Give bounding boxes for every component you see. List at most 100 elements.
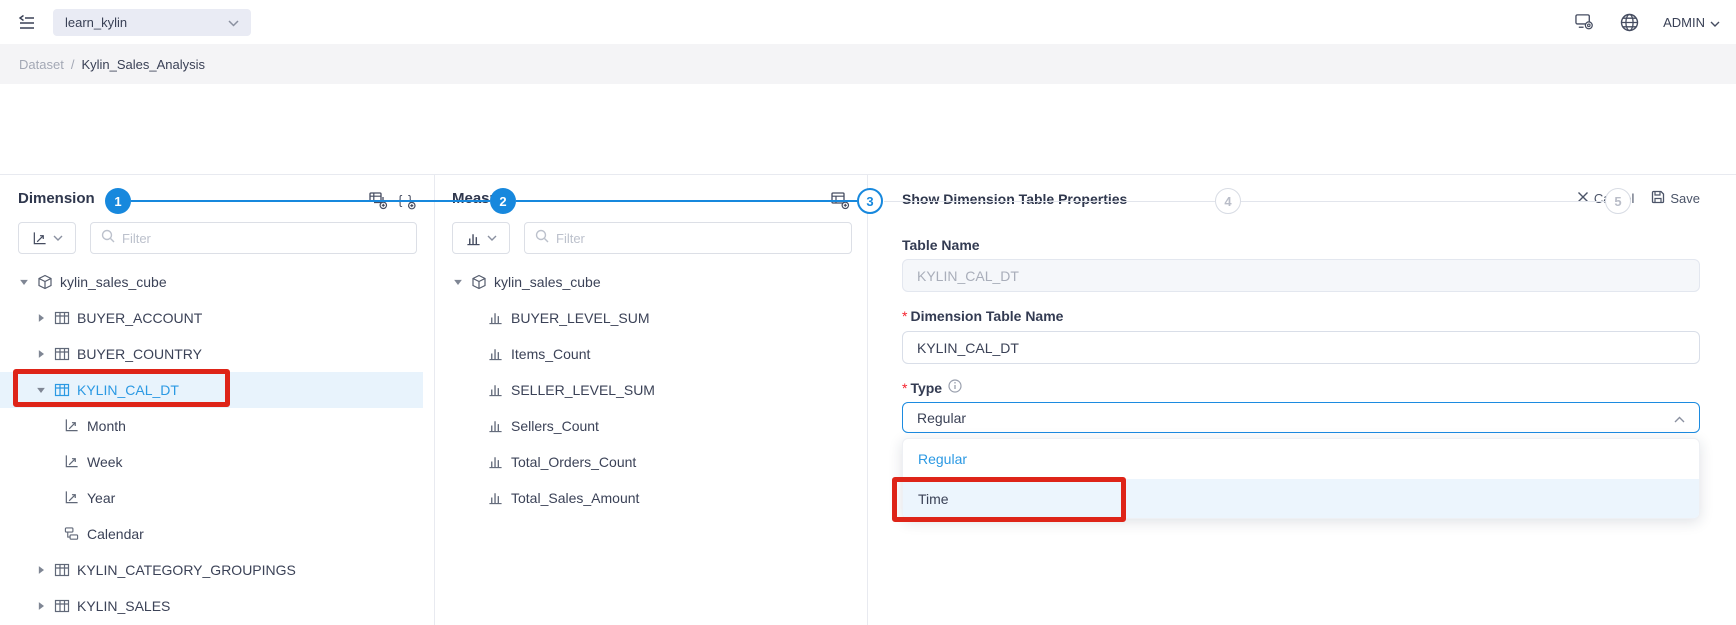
- measure-type-filter-dropdown[interactable]: [452, 222, 510, 254]
- tree-item-label: BUYER_LEVEL_SUM: [511, 310, 650, 326]
- type-select[interactable]: Regular: [902, 402, 1700, 433]
- stepper-connector: [884, 201, 1215, 202]
- required-asterisk: *: [902, 380, 907, 396]
- tree-item-label: KYLIN_CATEGORY_GROUPINGS: [77, 562, 296, 578]
- breadcrumb-separator: /: [71, 57, 75, 72]
- type-option-time[interactable]: Time: [903, 479, 1699, 519]
- tree-item-label: Sellers_Count: [511, 418, 599, 434]
- type-option-regular[interactable]: Regular: [903, 439, 1699, 479]
- dimension-panel-title: Dimension: [18, 190, 95, 207]
- tree-item-label: Calendar: [87, 526, 144, 542]
- user-menu[interactable]: ADMIN: [1663, 15, 1720, 30]
- dimension-type-filter-dropdown[interactable]: [18, 222, 76, 254]
- step-2-circle[interactable]: 2: [490, 188, 516, 214]
- table-icon: [54, 562, 70, 578]
- save-button[interactable]: Save: [1651, 190, 1700, 207]
- required-asterisk: *: [902, 308, 907, 324]
- type-select-value: Regular: [917, 410, 966, 426]
- tree-item-week[interactable]: Week: [0, 444, 433, 480]
- table-icon: [54, 310, 70, 326]
- tree-item-buyer-account[interactable]: BUYER_ACCOUNT: [0, 300, 433, 336]
- tree-item-label: kylin_sales_cube: [60, 274, 167, 290]
- tree-item-label: SELLER_LEVEL_SUM: [511, 382, 655, 398]
- collapse-sidebar-icon[interactable]: [17, 13, 37, 33]
- search-icon: [101, 229, 115, 248]
- table-name-input: [902, 259, 1700, 292]
- caret-right-icon[interactable]: [35, 312, 47, 324]
- chevron-down-icon: [228, 15, 239, 30]
- tree-item-label: Total_Sales_Amount: [511, 490, 639, 506]
- breadcrumb-dataset[interactable]: Dataset: [19, 57, 64, 72]
- tree-item-kylin-sales-cube[interactable]: kylin_sales_cube: [435, 264, 866, 300]
- tree-item-month[interactable]: Month: [0, 408, 433, 444]
- info-icon[interactable]: [948, 379, 962, 396]
- tree-item-kylin-cal-dt[interactable]: KYLIN_CAL_DT: [0, 372, 423, 408]
- dimension-tree: kylin_sales_cube BUYER_ACCOUNT BUYER_COU…: [0, 264, 433, 625]
- wizard-stepper: 1 Basic Information 2 Define Relationshi…: [0, 84, 1736, 175]
- chevron-down-icon: [487, 235, 497, 241]
- properties-panel-title: Show Dimension Table Properties: [902, 191, 1127, 207]
- level-icon: [64, 418, 80, 434]
- dimension-filter-box: [90, 222, 417, 254]
- save-floppy-icon: [1651, 190, 1665, 207]
- caret-down-icon[interactable]: [18, 276, 30, 288]
- bar-chart-icon: [488, 490, 504, 506]
- breadcrumb: Dataset / Kylin_Sales_Analysis: [0, 44, 1736, 84]
- tree-item-label: kylin_sales_cube: [494, 274, 601, 290]
- step-1-circle[interactable]: 1: [105, 188, 131, 214]
- tree-item-kylin-sales[interactable]: KYLIN_SALES: [0, 588, 433, 624]
- tree-item-buyer-country[interactable]: BUYER_COUNTRY: [0, 336, 433, 372]
- step-number: 2: [499, 194, 506, 209]
- stepper-connector: [131, 200, 490, 202]
- hierarchy-icon: [64, 526, 80, 542]
- step-4-circle[interactable]: 4: [1215, 188, 1241, 214]
- table-icon: [54, 598, 70, 614]
- table-icon: [54, 346, 70, 362]
- measure-filter-input[interactable]: [556, 231, 841, 246]
- language-globe-icon[interactable]: [1619, 12, 1639, 32]
- caret-down-icon[interactable]: [452, 276, 464, 288]
- caret-right-icon[interactable]: [35, 348, 47, 360]
- measure-item-items-count[interactable]: Items_Count: [435, 336, 866, 372]
- type-select-dropdown: Regular Time: [902, 438, 1700, 519]
- topbar-actions: ADMIN: [1575, 0, 1720, 44]
- tree-item-label: BUYER_COUNTRY: [77, 346, 202, 362]
- caret-right-icon[interactable]: [35, 600, 47, 612]
- measure-item-total-orders-count[interactable]: Total_Orders_Count: [435, 444, 866, 480]
- level-icon: [64, 490, 80, 506]
- measure-item-sellers-count[interactable]: Sellers_Count: [435, 408, 866, 444]
- caret-down-icon[interactable]: [35, 384, 47, 396]
- table-name-label: Table Name: [902, 237, 980, 253]
- measure-item-buyer-level-sum[interactable]: BUYER_LEVEL_SUM: [435, 300, 866, 336]
- dimension-table-name-input[interactable]: [902, 331, 1700, 364]
- project-selector-value: learn_kylin: [65, 15, 127, 30]
- dimension-table-properties-panel: Show Dimension Table Properties Cancel S…: [868, 175, 1736, 625]
- step-3-circle[interactable]: 3: [857, 188, 883, 214]
- measure-item-total-sales-amount[interactable]: Total_Sales_Amount: [435, 480, 866, 516]
- bar-chart-icon: [488, 310, 504, 326]
- close-icon: [1577, 191, 1589, 206]
- bar-chart-icon: [488, 418, 504, 434]
- step-number: 3: [866, 194, 873, 209]
- level-icon: [32, 231, 47, 246]
- system-capacity-icon[interactable]: [1575, 12, 1595, 32]
- tree-item-kylin-sales-cube[interactable]: kylin_sales_cube: [0, 264, 433, 300]
- step-5-circle[interactable]: 5: [1605, 188, 1631, 214]
- user-menu-label: ADMIN: [1663, 15, 1705, 30]
- tree-item-calendar[interactable]: Calendar: [0, 516, 433, 552]
- tree-item-label: Week: [87, 454, 123, 470]
- measure-item-seller-level-sum[interactable]: SELLER_LEVEL_SUM: [435, 372, 866, 408]
- bar-chart-icon: [488, 382, 504, 398]
- level-icon: [64, 454, 80, 470]
- tree-item-year[interactable]: Year: [0, 480, 433, 516]
- dimension-filter-input[interactable]: [122, 231, 406, 246]
- cube-icon: [37, 274, 53, 290]
- breadcrumb-current: Kylin_Sales_Analysis: [81, 57, 205, 72]
- tree-item-label: KYLIN_CAL_DT: [77, 382, 179, 398]
- project-selector[interactable]: learn_kylin: [53, 9, 251, 36]
- caret-right-icon[interactable]: [35, 564, 47, 576]
- tree-item-label: BUYER_ACCOUNT: [77, 310, 202, 326]
- tree-item-kylin-category-groupings[interactable]: KYLIN_CATEGORY_GROUPINGS: [0, 552, 433, 588]
- tree-item-label: Year: [87, 490, 115, 506]
- tree-item-label: KYLIN_SALES: [77, 598, 170, 614]
